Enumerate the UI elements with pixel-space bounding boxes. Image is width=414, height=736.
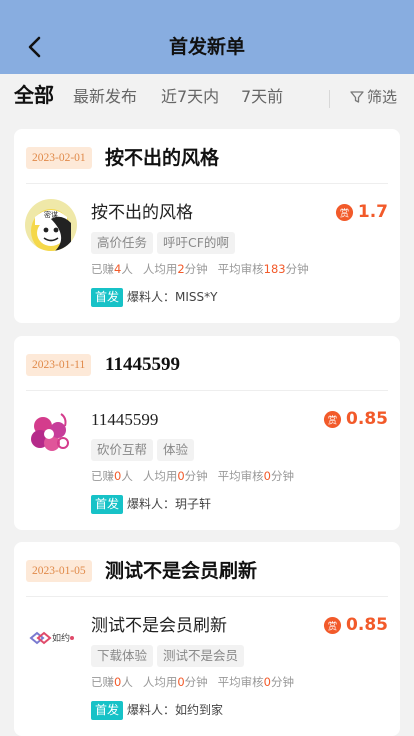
poster-row: 首发 爆料人：玥子轩 bbox=[91, 495, 211, 514]
poster-name: 爆料人：MISS*Y bbox=[127, 290, 218, 304]
tag: 高价任务 bbox=[91, 232, 154, 254]
pink-flower-logo-icon bbox=[25, 406, 77, 458]
reward-medal-icon: 赏 bbox=[323, 410, 342, 428]
reward-medal-icon: 赏 bbox=[323, 616, 342, 634]
svg-text:赏: 赏 bbox=[328, 414, 338, 426]
filter-label: 筛选 bbox=[367, 88, 398, 106]
filter-button[interactable]: 筛选 bbox=[349, 85, 397, 109]
date-badge: 2023-01-05 bbox=[26, 560, 92, 582]
reward-value: 0.85 bbox=[346, 409, 388, 429]
card-title: 测试不是会员刷新 bbox=[105, 560, 258, 582]
task-card[interactable]: 2023-01-05 测试不是会员刷新 如约 测试不是会员刷新 赏 0.85 下… bbox=[14, 542, 400, 736]
tag-list: 下载体验 测试不是会员 bbox=[91, 645, 245, 667]
task-card[interactable]: 2023-01-11 11445599 11445599 赏 0.85 砍价互帮… bbox=[14, 336, 400, 530]
task-stats: 已赚0人 人均用0分钟 平均审核0分钟 bbox=[91, 469, 294, 483]
avatar bbox=[25, 406, 77, 458]
date-badge: 2023-02-01 bbox=[26, 147, 92, 169]
tag: 体验 bbox=[157, 439, 195, 461]
filter-funnel-icon bbox=[350, 91, 364, 103]
first-release-badge: 首发 bbox=[91, 495, 124, 514]
task-name: 按不出的风格 bbox=[91, 203, 193, 223]
card-title: 11445599 bbox=[105, 354, 180, 375]
reward: 赏 0.85 bbox=[323, 613, 388, 637]
poster-row: 首发 爆料人：MISS*Y bbox=[91, 288, 217, 307]
avatar: 密谋 bbox=[25, 199, 77, 251]
reward: 赏 1.7 bbox=[335, 200, 388, 224]
poster-name: 爆料人：如约到家 bbox=[127, 703, 224, 717]
first-release-badge: 首发 bbox=[91, 288, 124, 307]
tag: 呼吁CF的啊 bbox=[157, 232, 235, 254]
tab-last-7-days[interactable]: 近7天内 bbox=[161, 85, 219, 109]
divider bbox=[26, 183, 388, 184]
tag-list: 高价任务 呼吁CF的啊 bbox=[91, 232, 235, 254]
tab-before-7-days[interactable]: 7天前 bbox=[241, 85, 283, 109]
tab-all[interactable]: 全部 bbox=[14, 83, 54, 108]
tag-list: 砍价互帮 体验 bbox=[91, 439, 195, 461]
card-title: 按不出的风格 bbox=[105, 147, 220, 169]
tag: 砍价互帮 bbox=[91, 439, 154, 461]
reward-value: 0.85 bbox=[346, 615, 388, 635]
page-title: 首发新单 bbox=[168, 36, 245, 58]
first-release-badge: 首发 bbox=[91, 701, 124, 720]
tag: 测试不是会员 bbox=[157, 645, 245, 667]
task-name: 11445599 bbox=[91, 410, 159, 429]
svg-text:如约: 如约 bbox=[52, 632, 70, 644]
reward-value: 1.7 bbox=[357, 202, 388, 222]
task-stats: 已赚0人 人均用0分钟 平均审核0分钟 bbox=[91, 675, 294, 689]
reward-medal-icon: 赏 bbox=[335, 203, 353, 221]
task-name: 测试不是会员刷新 bbox=[91, 616, 227, 636]
date-badge: 2023-01-11 bbox=[26, 354, 92, 376]
filter-tab-bar: 全部 最新发布 近7天内 7天前 筛选 bbox=[0, 74, 414, 122]
ruyue-logo-icon: 如约 bbox=[25, 612, 77, 664]
app-header: 首发新单 bbox=[0, 0, 414, 74]
reward: 赏 0.85 bbox=[323, 407, 388, 431]
avatar: 如约 bbox=[25, 612, 77, 664]
tag: 下载体验 bbox=[91, 645, 154, 667]
divider bbox=[26, 390, 388, 391]
task-stats: 已赚4人 人均用2分钟 平均审核183分钟 bbox=[91, 262, 309, 276]
tab-latest[interactable]: 最新发布 bbox=[73, 85, 137, 109]
task-card[interactable]: 2023-02-01 按不出的风格 密谋 按不出的风格 赏 1.7 高价任务 呼… bbox=[14, 129, 400, 323]
svg-text:赏: 赏 bbox=[340, 207, 350, 219]
cartoon-face-avatar-icon: 密谋 bbox=[25, 199, 77, 251]
poster-row: 首发 爆料人：如约到家 bbox=[91, 701, 223, 720]
divider bbox=[26, 596, 388, 597]
svg-text:赏: 赏 bbox=[328, 620, 338, 632]
tab-divider bbox=[329, 90, 330, 108]
poster-name: 爆料人：玥子轩 bbox=[127, 497, 212, 511]
